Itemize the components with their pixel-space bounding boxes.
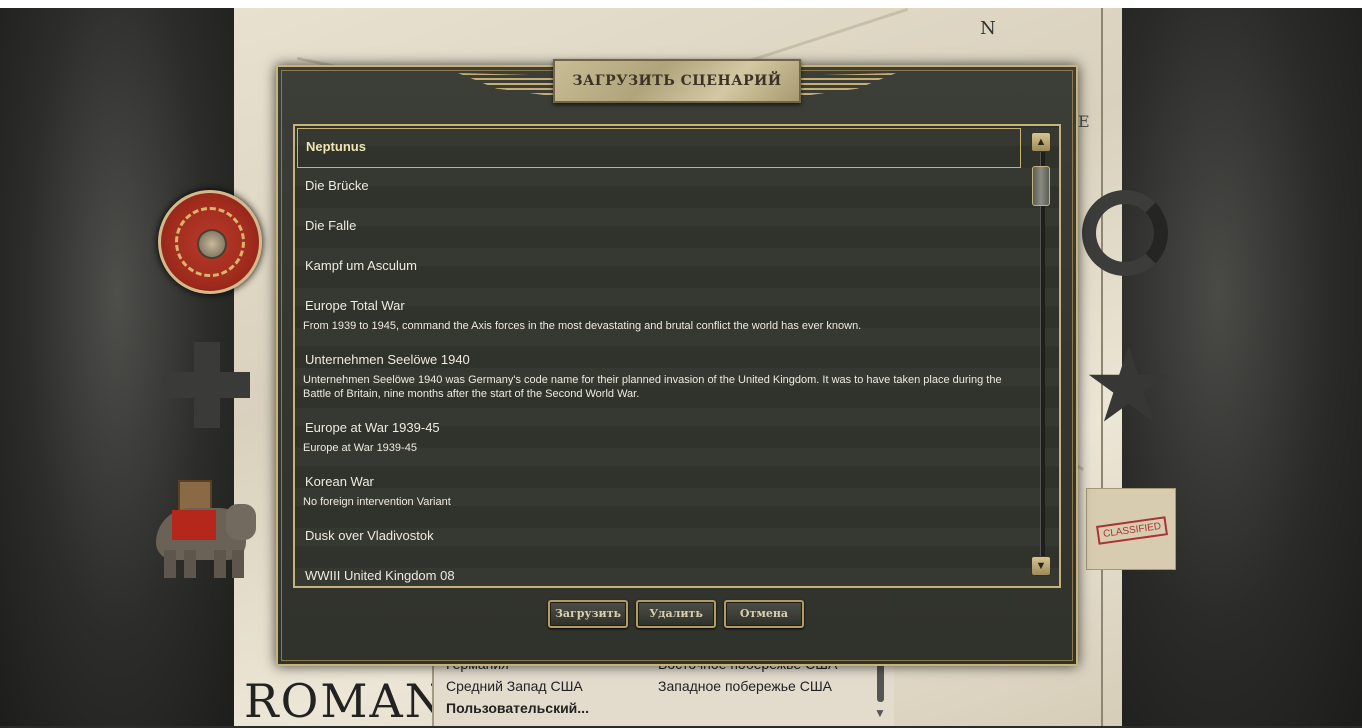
cancel-button[interactable]: Отмена: [724, 600, 804, 628]
scenario-name: Dusk over Vladivostok: [305, 528, 434, 543]
scenario-item[interactable]: WWIII United Kingdom 08: [297, 568, 1021, 583]
scenario-description: Europe at War 1939-45: [303, 442, 417, 454]
scenario-name: Kampf um Asculum: [305, 258, 417, 273]
scenario-name: Europe at War 1939-45: [305, 420, 440, 435]
pie-chart-icon[interactable]: [1082, 190, 1168, 276]
scenario-description: From 1939 to 1945, command the Axis forc…: [303, 320, 862, 332]
iron-cross-icon[interactable]: [164, 342, 250, 428]
scroll-down-icon[interactable]: ▼: [874, 706, 886, 720]
scenario-item[interactable]: Die Brücke: [297, 178, 1021, 193]
scenario-item[interactable]: Kampf um Asculum: [297, 258, 1021, 273]
scenario-list: Neptunus Die Brücke Die Falle Kampf um A…: [293, 124, 1061, 588]
star-icon[interactable]: ★: [1082, 334, 1175, 438]
scenario-name: Korean War: [305, 474, 374, 489]
delete-button[interactable]: Удалить: [636, 600, 716, 628]
campaign-banner-title: ROMAN: [244, 674, 447, 728]
scenario-item[interactable]: Europe at War 1939-45 Europe at War 1939…: [297, 420, 1021, 455]
scenario-name: Die Falle: [305, 218, 357, 233]
dialog-title: ЗАГРУЗИТЬ СЦЕНАРИЙ: [572, 73, 782, 89]
classified-folder-icon[interactable]: CLASSIFIED: [1086, 488, 1176, 570]
load-scenario-dialog: ЗАГРУЗИТЬ СЦЕНАРИЙ Neptunus Die Brücke D…: [276, 59, 1078, 666]
scenario-item[interactable]: Dusk over Vladivostok: [297, 528, 1021, 543]
scroll-up-icon[interactable]: ▲: [1031, 132, 1051, 152]
top-strip: [0, 0, 1362, 8]
scenario-description: No foreign intervention Variant: [303, 496, 451, 508]
load-button[interactable]: Загрузить: [548, 600, 628, 628]
roman-shield-icon[interactable]: [158, 190, 262, 294]
region-item[interactable]: Западное побережье США: [658, 678, 832, 694]
map-label: E: [1078, 112, 1090, 131]
region-item[interactable]: Средний Запад США: [446, 678, 583, 694]
dialog-title-plate: ЗАГРУЗИТЬ СЦЕНАРИЙ: [553, 59, 801, 103]
scenario-name: WWIII United Kingdom 08: [305, 568, 455, 583]
region-item-custom[interactable]: Пользовательский...: [446, 700, 589, 716]
war-elephant-icon[interactable]: [150, 480, 260, 580]
scenario-item[interactable]: Europe Total War From 1939 to 1945, comm…: [297, 298, 1021, 333]
scenario-name: Europe Total War: [305, 298, 405, 313]
scenario-description: Unternehmen Seelöwe 1940 was Germany's c…: [303, 374, 1002, 400]
scroll-down-icon[interactable]: ▼: [1031, 556, 1051, 576]
underlying-list-scrollbar[interactable]: ▼: [874, 662, 886, 722]
scenario-item[interactable]: Korean War No foreign intervention Varia…: [297, 474, 1021, 509]
scenario-item[interactable]: Die Falle: [297, 218, 1021, 233]
scenario-name: Neptunus: [306, 139, 366, 154]
scenario-name: Die Brücke: [305, 178, 369, 193]
scrollbar-track[interactable]: [1040, 152, 1045, 556]
scenario-item-selected[interactable]: Neptunus: [297, 128, 1021, 168]
scenario-list-scrollbar[interactable]: ▲ ▼: [1031, 132, 1053, 580]
scenario-name: Unternehmen Seelöwe 1940: [305, 352, 470, 367]
dialog-buttons: Загрузить Удалить Отмена: [278, 600, 1076, 630]
compass-icon: N: [980, 18, 996, 39]
scenario-item[interactable]: Unternehmen Seelöwe 1940 Unternehmen See…: [297, 352, 1021, 401]
scrollbar-thumb[interactable]: [1032, 166, 1050, 206]
